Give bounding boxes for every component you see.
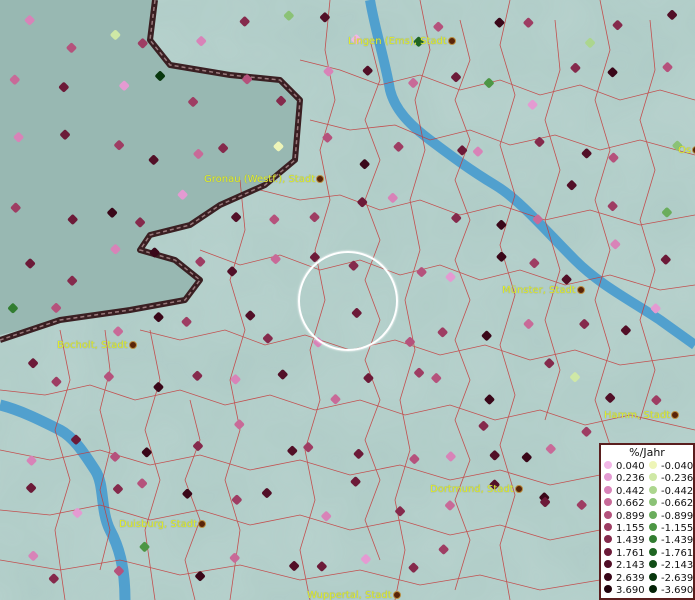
legend-label: -0.662 <box>661 498 694 510</box>
legend-entry: 1.155 <box>604 523 645 535</box>
legend-swatch-icon <box>604 523 612 531</box>
legend-swatch-icon <box>649 523 657 531</box>
legend-label: -0.899 <box>661 510 694 522</box>
legend-label: 0.236 <box>616 473 645 485</box>
legend-entry: -0.040 <box>649 461 693 473</box>
legend-swatch-icon <box>604 485 612 494</box>
city-marker-icon <box>447 36 456 45</box>
city-marker-icon <box>514 484 523 493</box>
legend-entry: -2.143 <box>649 560 693 572</box>
city-label-dortmund[interactable]: Dortmund, Stadt <box>430 484 524 496</box>
selection-circle[interactable] <box>298 251 398 351</box>
legend-label: -0.236 <box>661 473 694 485</box>
legend-entry: -0.442 <box>649 485 694 498</box>
legend-swatch-icon <box>604 510 612 519</box>
legend-label: 0.040 <box>616 461 645 472</box>
legend-entry: 0.040 <box>604 461 645 473</box>
city-name: Münster, Stadt <box>502 285 576 296</box>
legend-title: %/Jahr <box>629 446 665 459</box>
city-name: Gronau (Westf.), Stadt <box>204 174 316 185</box>
legend-entry: 1.439 <box>604 535 645 547</box>
legend-entry: 0.236 <box>604 473 645 485</box>
legend-entry: -3.690 <box>649 585 693 597</box>
legend-swatch-icon <box>604 585 612 593</box>
legend-swatch-icon <box>649 572 657 581</box>
legend-entry: -2.639 <box>649 572 694 585</box>
legend-label: 1.155 <box>616 523 645 534</box>
legend-swatch-icon <box>604 461 612 469</box>
legend-label: 1.439 <box>616 535 645 547</box>
city-label-os[interactable]: Os <box>678 145 695 157</box>
legend-label: -1.439 <box>661 535 694 547</box>
legend-entry: -0.236 <box>649 473 693 485</box>
legend-entry: 0.899 <box>604 510 645 523</box>
legend-swatch-icon <box>649 485 657 494</box>
legend-swatch-icon <box>649 535 657 544</box>
city-marker-icon <box>198 519 207 528</box>
legend-label: 2.143 <box>616 560 645 572</box>
legend-swatch-icon <box>604 498 612 507</box>
city-marker-icon <box>576 285 585 294</box>
legend-label: -0.040 <box>661 461 694 472</box>
legend-swatch-icon <box>649 560 657 569</box>
legend-label: -3.690 <box>661 585 694 596</box>
legend-label: -1.761 <box>661 547 694 559</box>
legend-label: 0.662 <box>616 498 645 510</box>
city-name: Lingen (Ems), Stadt <box>348 36 447 47</box>
legend-swatch-icon <box>604 560 612 569</box>
legend-swatch-icon <box>649 585 657 593</box>
city-name: Wuppertal, Stadt <box>307 590 392 600</box>
legend-entry: -0.662 <box>649 498 693 510</box>
legend-swatch-icon <box>604 473 612 482</box>
legend-entry: -1.761 <box>649 547 694 560</box>
city-label-duisburg[interactable]: Duisburg, Stadt <box>119 519 207 531</box>
legend-label: 0.442 <box>616 485 645 497</box>
legend-label: 0.899 <box>616 510 645 522</box>
city-label-lingen[interactable]: Lingen (Ems), Stadt <box>348 36 457 48</box>
legend-entry: 0.662 <box>604 498 645 510</box>
legend-entry: -1.439 <box>649 535 693 547</box>
legend-swatch-icon <box>649 510 657 519</box>
city-marker-icon <box>392 590 401 599</box>
city-marker-icon <box>671 410 680 419</box>
legend-entry: -1.155 <box>649 523 693 535</box>
legend-swatch-icon <box>604 572 612 581</box>
map-viewport[interactable]: Lingen (Ems), Stadt Gronau (Westf.), Sta… <box>0 0 695 600</box>
city-label-muenster[interactable]: Münster, Stadt <box>502 285 586 297</box>
legend-entry: 2.143 <box>604 560 645 572</box>
legend-swatch-icon <box>604 535 612 544</box>
legend-entry: -0.899 <box>649 510 694 523</box>
legend-swatch-icon <box>649 461 657 469</box>
legend-swatch-icon <box>649 498 657 507</box>
legend-swatch-icon <box>649 473 657 482</box>
legend-label: 1.761 <box>616 547 645 559</box>
city-marker-icon <box>316 174 325 183</box>
legend-label: 3.690 <box>616 585 645 596</box>
city-label-hamm[interactable]: Hamm, Stadt <box>604 410 680 422</box>
legend-label: 2.639 <box>616 572 645 584</box>
city-label-bocholt[interactable]: Bocholt, Stadt <box>57 340 138 352</box>
legend-swatch-icon <box>649 547 657 556</box>
legend-entry: 1.761 <box>604 547 645 560</box>
city-label-gronau[interactable]: Gronau (Westf.), Stadt <box>204 174 325 186</box>
city-marker-icon <box>128 340 137 349</box>
legend-entry: 2.639 <box>604 572 645 585</box>
city-name: Hamm, Stadt <box>604 410 671 421</box>
legend-label: -2.143 <box>661 560 694 572</box>
legend-label: -0.442 <box>661 485 694 497</box>
city-name: Os <box>678 145 692 156</box>
legend-entry: 0.442 <box>604 485 645 498</box>
city-name: Duisburg, Stadt <box>119 519 198 530</box>
city-name: Dortmund, Stadt <box>430 484 514 495</box>
city-label-wuppertal[interactable]: Wuppertal, Stadt <box>307 590 402 600</box>
legend-swatch-icon <box>604 547 612 556</box>
city-name: Bocholt, Stadt <box>57 340 128 351</box>
legend-label: -1.155 <box>661 523 694 534</box>
legend-label: -2.639 <box>661 572 694 584</box>
legend: %/Jahr 0.040 -0.040 0.236 -0.236 0.442 -0.442… <box>599 443 695 600</box>
legend-entry: 3.690 <box>604 585 645 597</box>
